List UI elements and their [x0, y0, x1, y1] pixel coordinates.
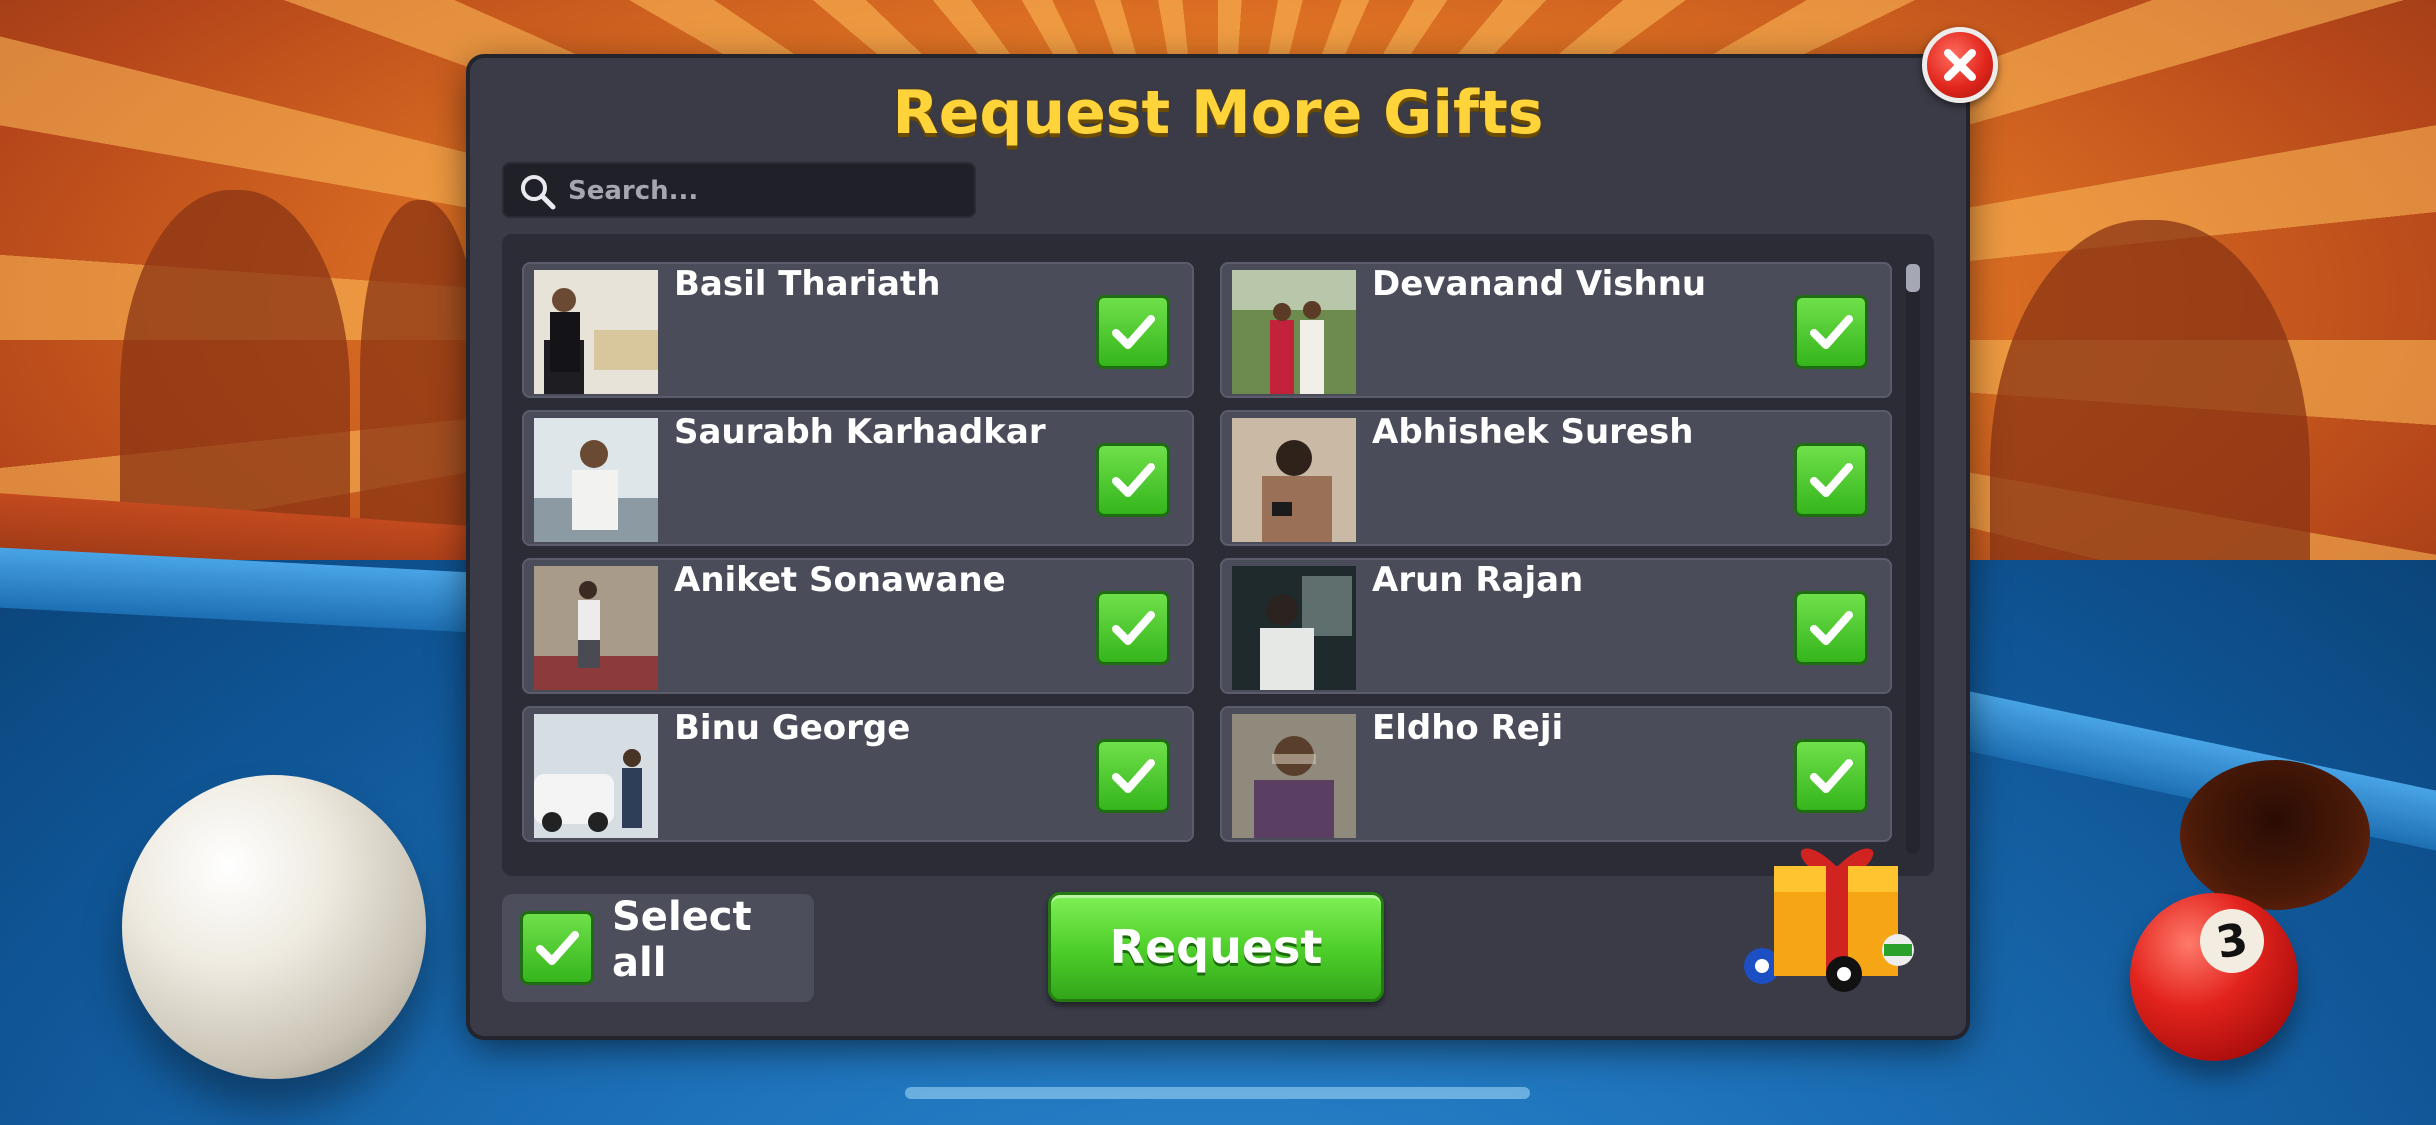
checkmark-icon: [1112, 759, 1155, 793]
cue-ball: [122, 775, 426, 1079]
checkmark-icon: [536, 931, 579, 965]
avatar: [534, 714, 658, 838]
checkmark-icon: [1112, 315, 1155, 349]
request-gifts-dialog: Request More Gifts Basil Thariath: [470, 58, 1966, 1036]
friend-name: Arun Rajan: [1372, 560, 1584, 600]
avatar: [1232, 714, 1356, 838]
friend-row[interactable]: Arun Rajan: [1220, 558, 1892, 694]
friend-checkbox[interactable]: [1096, 739, 1170, 813]
friend-name: Abhishek Suresh: [1372, 412, 1694, 452]
avatar: [534, 270, 658, 394]
friend-name: Saurabh Karhadkar: [674, 412, 1046, 452]
scrollbar-thumb[interactable]: [1906, 264, 1920, 292]
friend-checkbox[interactable]: [1794, 443, 1868, 517]
avatar: [534, 566, 658, 690]
checkmark-icon: [1112, 463, 1155, 497]
avatar: [534, 418, 658, 542]
friend-row[interactable]: Saurabh Karhadkar: [522, 410, 1194, 546]
scrollbar-track[interactable]: [1906, 264, 1920, 854]
friend-name: Devanand Vishnu: [1372, 264, 1707, 304]
friend-name: Binu George: [674, 708, 911, 748]
gift-box-icon: [1744, 848, 1914, 992]
friend-checkbox[interactable]: [1794, 295, 1868, 369]
checkmark-icon: [1810, 463, 1853, 497]
close-icon: [1944, 49, 1976, 81]
friend-checkbox[interactable]: [1096, 443, 1170, 517]
friend-checkbox[interactable]: [1096, 591, 1170, 665]
friend-row[interactable]: Eldho Reji: [1220, 706, 1892, 842]
close-button[interactable]: [1922, 27, 1998, 103]
friend-row[interactable]: Abhishek Suresh: [1220, 410, 1892, 546]
friend-name: Basil Thariath: [674, 264, 941, 304]
table-pocket: [2180, 760, 2370, 910]
select-all-checkbox[interactable]: [520, 911, 594, 985]
home-indicator[interactable]: [905, 1087, 1530, 1099]
ball-3: 3: [2130, 893, 2298, 1061]
checkmark-icon: [1810, 759, 1853, 793]
friend-row[interactable]: Aniket Sonawane: [522, 558, 1194, 694]
checkmark-icon: [1810, 611, 1853, 645]
friend-name: Eldho Reji: [1372, 708, 1564, 748]
friend-checkbox[interactable]: [1794, 739, 1868, 813]
avatar: [1232, 566, 1356, 690]
friend-checkbox[interactable]: [1794, 591, 1868, 665]
select-all-label: Select all: [612, 894, 752, 986]
search-icon: [521, 175, 556, 210]
friends-list[interactable]: Basil Thariath Devanand Vishnu Saurabh K…: [502, 234, 1934, 876]
dialog-title: Request More Gifts: [892, 78, 1544, 148]
avatar: [1232, 270, 1356, 394]
friend-checkbox[interactable]: [1096, 295, 1170, 369]
checkmark-icon: [1112, 611, 1155, 645]
player-silhouette-left-2: [360, 200, 480, 560]
friend-row[interactable]: Binu George: [522, 706, 1194, 842]
select-all-toggle[interactable]: Select all: [502, 894, 814, 1002]
friend-row[interactable]: Devanand Vishnu: [1220, 262, 1892, 398]
search-input[interactable]: [566, 164, 960, 218]
avatar: [1232, 418, 1356, 542]
request-button[interactable]: Request: [1048, 892, 1384, 1002]
ball-number: 3: [2194, 903, 2270, 979]
search-box[interactable]: [502, 162, 976, 218]
friend-name: Aniket Sonawane: [674, 560, 1006, 600]
friend-row[interactable]: Basil Thariath: [522, 262, 1194, 398]
checkmark-icon: [1810, 315, 1853, 349]
